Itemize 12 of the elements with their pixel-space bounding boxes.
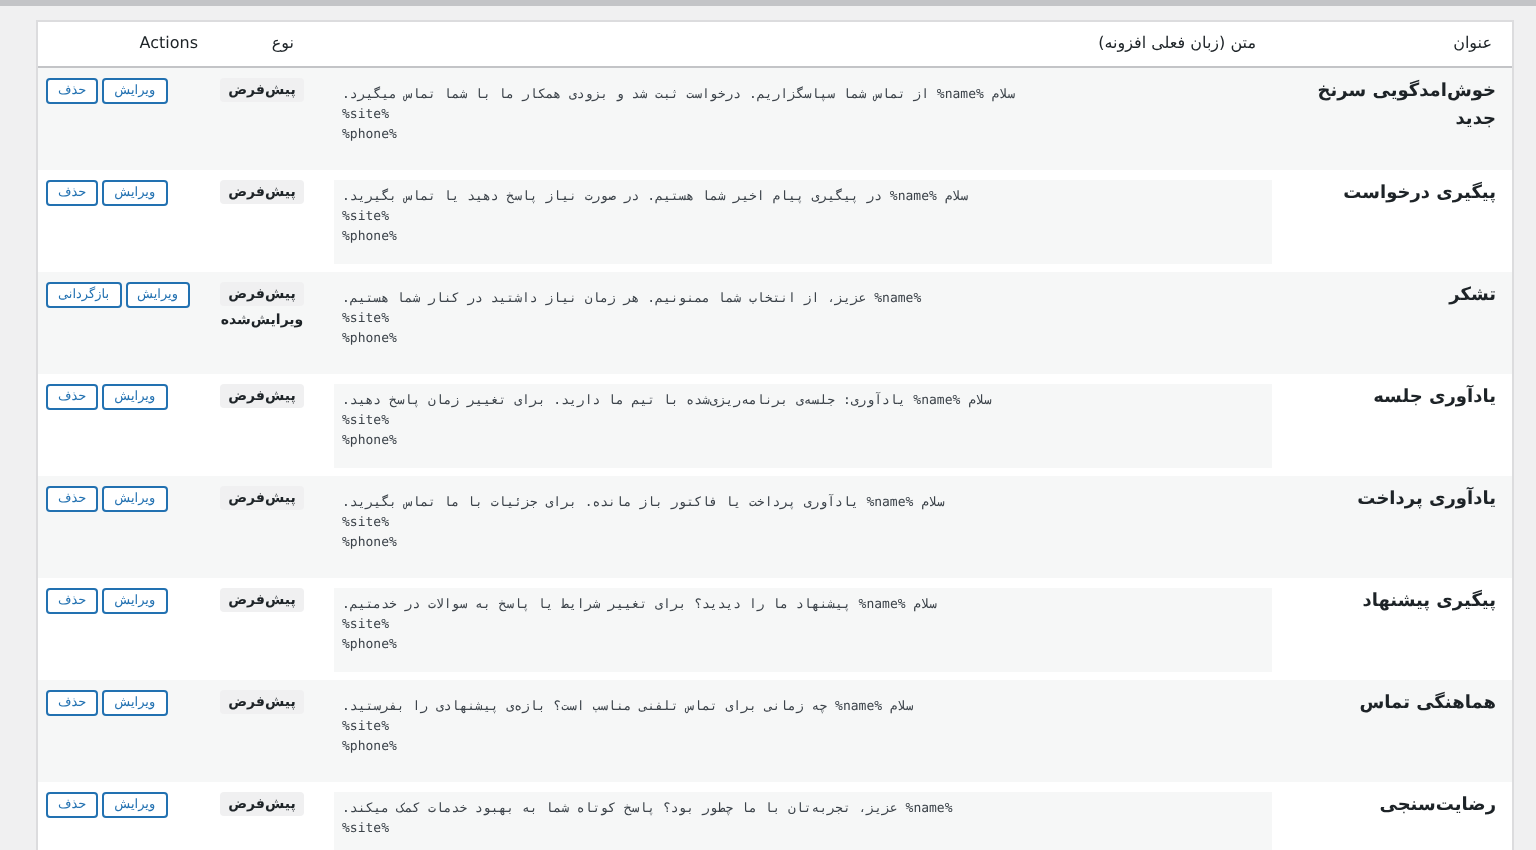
column-header: Actions xyxy=(139,34,198,52)
template-title: رضایت‌سنجی xyxy=(1377,794,1496,820)
template-title: یادآوری جلسه xyxy=(1371,384,1496,412)
template-title: تشکر xyxy=(1446,284,1496,310)
column-header: عنوان xyxy=(1453,34,1492,52)
column-header: متن (زبان فعلی افزونه) xyxy=(1098,34,1256,52)
template-title: یادآوری پرداخت xyxy=(1355,486,1496,514)
template-title: پیگیری درخواست xyxy=(1341,180,1496,208)
template-title: هماهنگی تماس xyxy=(1357,690,1496,718)
template-title: خوش‌امدگویی سرنخ جدید xyxy=(1315,78,1496,134)
column-header: نوع xyxy=(271,34,294,52)
template-title: پیگیری پیشنهاد xyxy=(1360,588,1496,616)
